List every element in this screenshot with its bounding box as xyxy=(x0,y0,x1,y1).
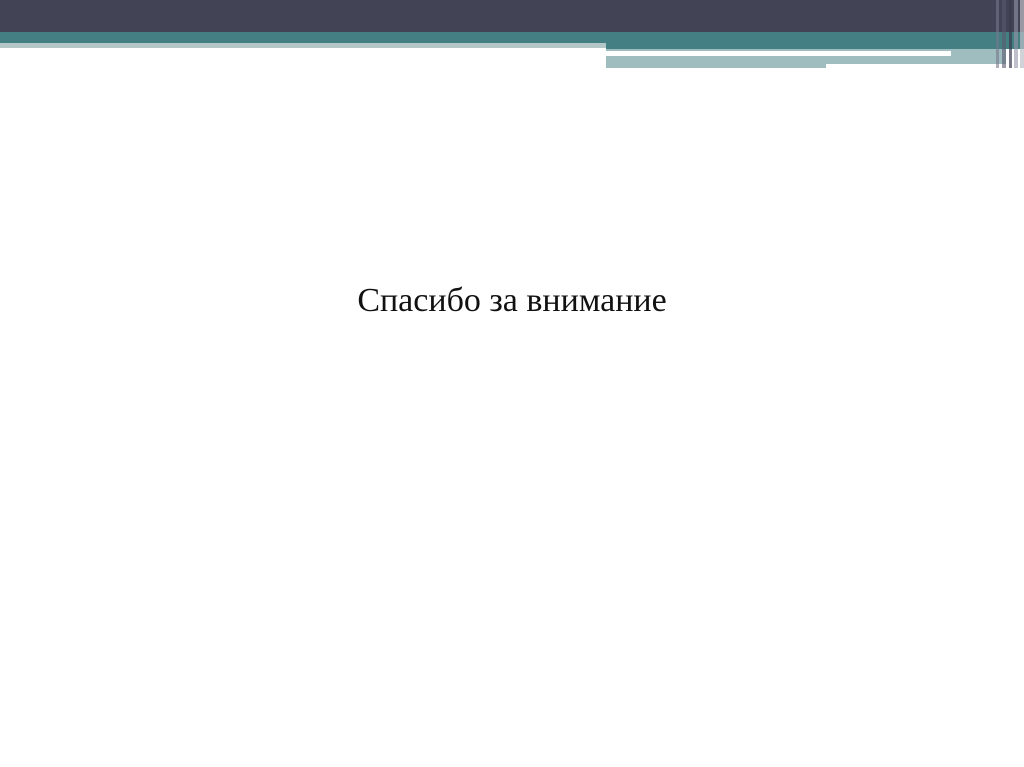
header-dark-band xyxy=(0,0,1024,32)
header-teal-band xyxy=(0,32,1024,43)
vertical-stripe xyxy=(1009,0,1012,68)
slide-text: Спасибо за внимание xyxy=(357,282,667,319)
header-white-gap xyxy=(826,64,1006,68)
vertical-stripe xyxy=(1002,0,1006,68)
vertical-stripe xyxy=(1014,0,1018,68)
header-white-line xyxy=(606,51,951,56)
vertical-stripe xyxy=(996,0,999,68)
vertical-stripe xyxy=(1020,0,1024,68)
header-light-strip xyxy=(0,43,606,48)
